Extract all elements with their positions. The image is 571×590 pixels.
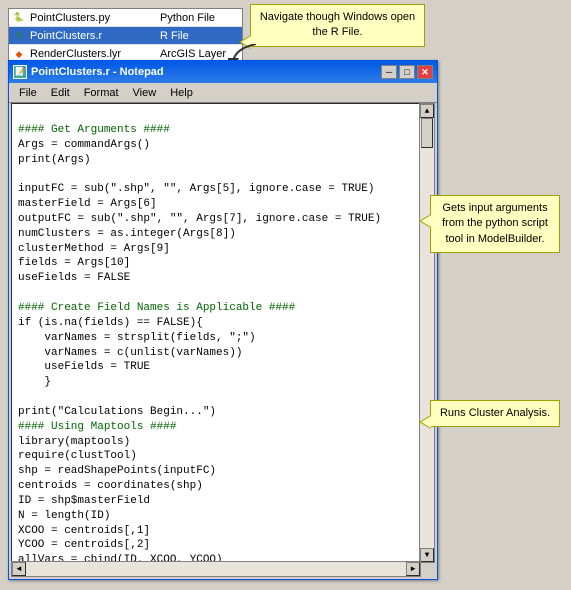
file-row-r[interactable]: R PointClusters.r R File [9, 27, 242, 45]
menubar: File Edit Format View Help [9, 83, 437, 103]
scroll-down-button[interactable]: ▼ [420, 548, 434, 562]
titlebar: 📝 PointClusters.r - Notepad ─ □ ✕ [9, 61, 437, 83]
menu-help[interactable]: Help [164, 86, 199, 100]
scroll-track-h[interactable] [26, 562, 406, 576]
file-type-py: Python File [160, 12, 240, 24]
callout-bottom-text: Runs Cluster Analysis. [440, 407, 550, 419]
window-title: PointClusters.r - Notepad [31, 66, 164, 78]
horizontal-scrollbar[interactable]: ◄ ► [11, 561, 421, 577]
file-name-r: PointClusters.r [30, 30, 160, 42]
r-file-icon: R [11, 29, 27, 43]
python-file-icon: 🐍 [11, 11, 27, 25]
maximize-button[interactable]: □ [399, 65, 415, 79]
scroll-up-button[interactable]: ▲ [420, 104, 434, 118]
file-row-py[interactable]: 🐍 PointClusters.py Python File [9, 9, 242, 27]
lyr-file-icon: ◆ [11, 47, 27, 61]
menu-file[interactable]: File [13, 86, 43, 100]
notepad-window: 📝 PointClusters.r - Notepad ─ □ ✕ File E… [8, 60, 438, 580]
menu-edit[interactable]: Edit [45, 86, 76, 100]
file-name-py: PointClusters.py [30, 12, 160, 24]
code-area[interactable]: #### Get Arguments #### Args = commandAr… [11, 103, 421, 563]
callout-middle: Gets input arguments from the python scr… [430, 195, 560, 253]
scroll-track-v[interactable] [420, 118, 434, 548]
callout-bottom: Runs Cluster Analysis. [430, 400, 560, 427]
menu-view[interactable]: View [127, 86, 163, 100]
scroll-thumb-v[interactable] [421, 118, 433, 148]
titlebar-left: 📝 PointClusters.r - Notepad [13, 65, 164, 79]
vertical-scrollbar[interactable]: ▲ ▼ [419, 103, 435, 563]
close-button[interactable]: ✕ [417, 65, 433, 79]
scroll-left-button[interactable]: ◄ [12, 562, 26, 576]
callout-top: Navigate though Windows open the R File. [250, 4, 425, 47]
file-explorer: 🐍 PointClusters.py Python File R PointCl… [8, 8, 243, 64]
scroll-right-button[interactable]: ► [406, 562, 420, 576]
minimize-button[interactable]: ─ [381, 65, 397, 79]
callout-middle-text: Gets input arguments from the python scr… [442, 202, 548, 245]
file-name-lyr: RenderClusters.lyr [30, 48, 160, 60]
notepad-icon: 📝 [13, 65, 27, 79]
callout-top-text: Navigate though Windows open the R File. [260, 11, 415, 38]
code-content: #### Get Arguments #### Args = commandAr… [12, 104, 420, 563]
menu-format[interactable]: Format [78, 86, 125, 100]
file-type-r: R File [160, 30, 240, 42]
window-controls: ─ □ ✕ [381, 65, 433, 79]
